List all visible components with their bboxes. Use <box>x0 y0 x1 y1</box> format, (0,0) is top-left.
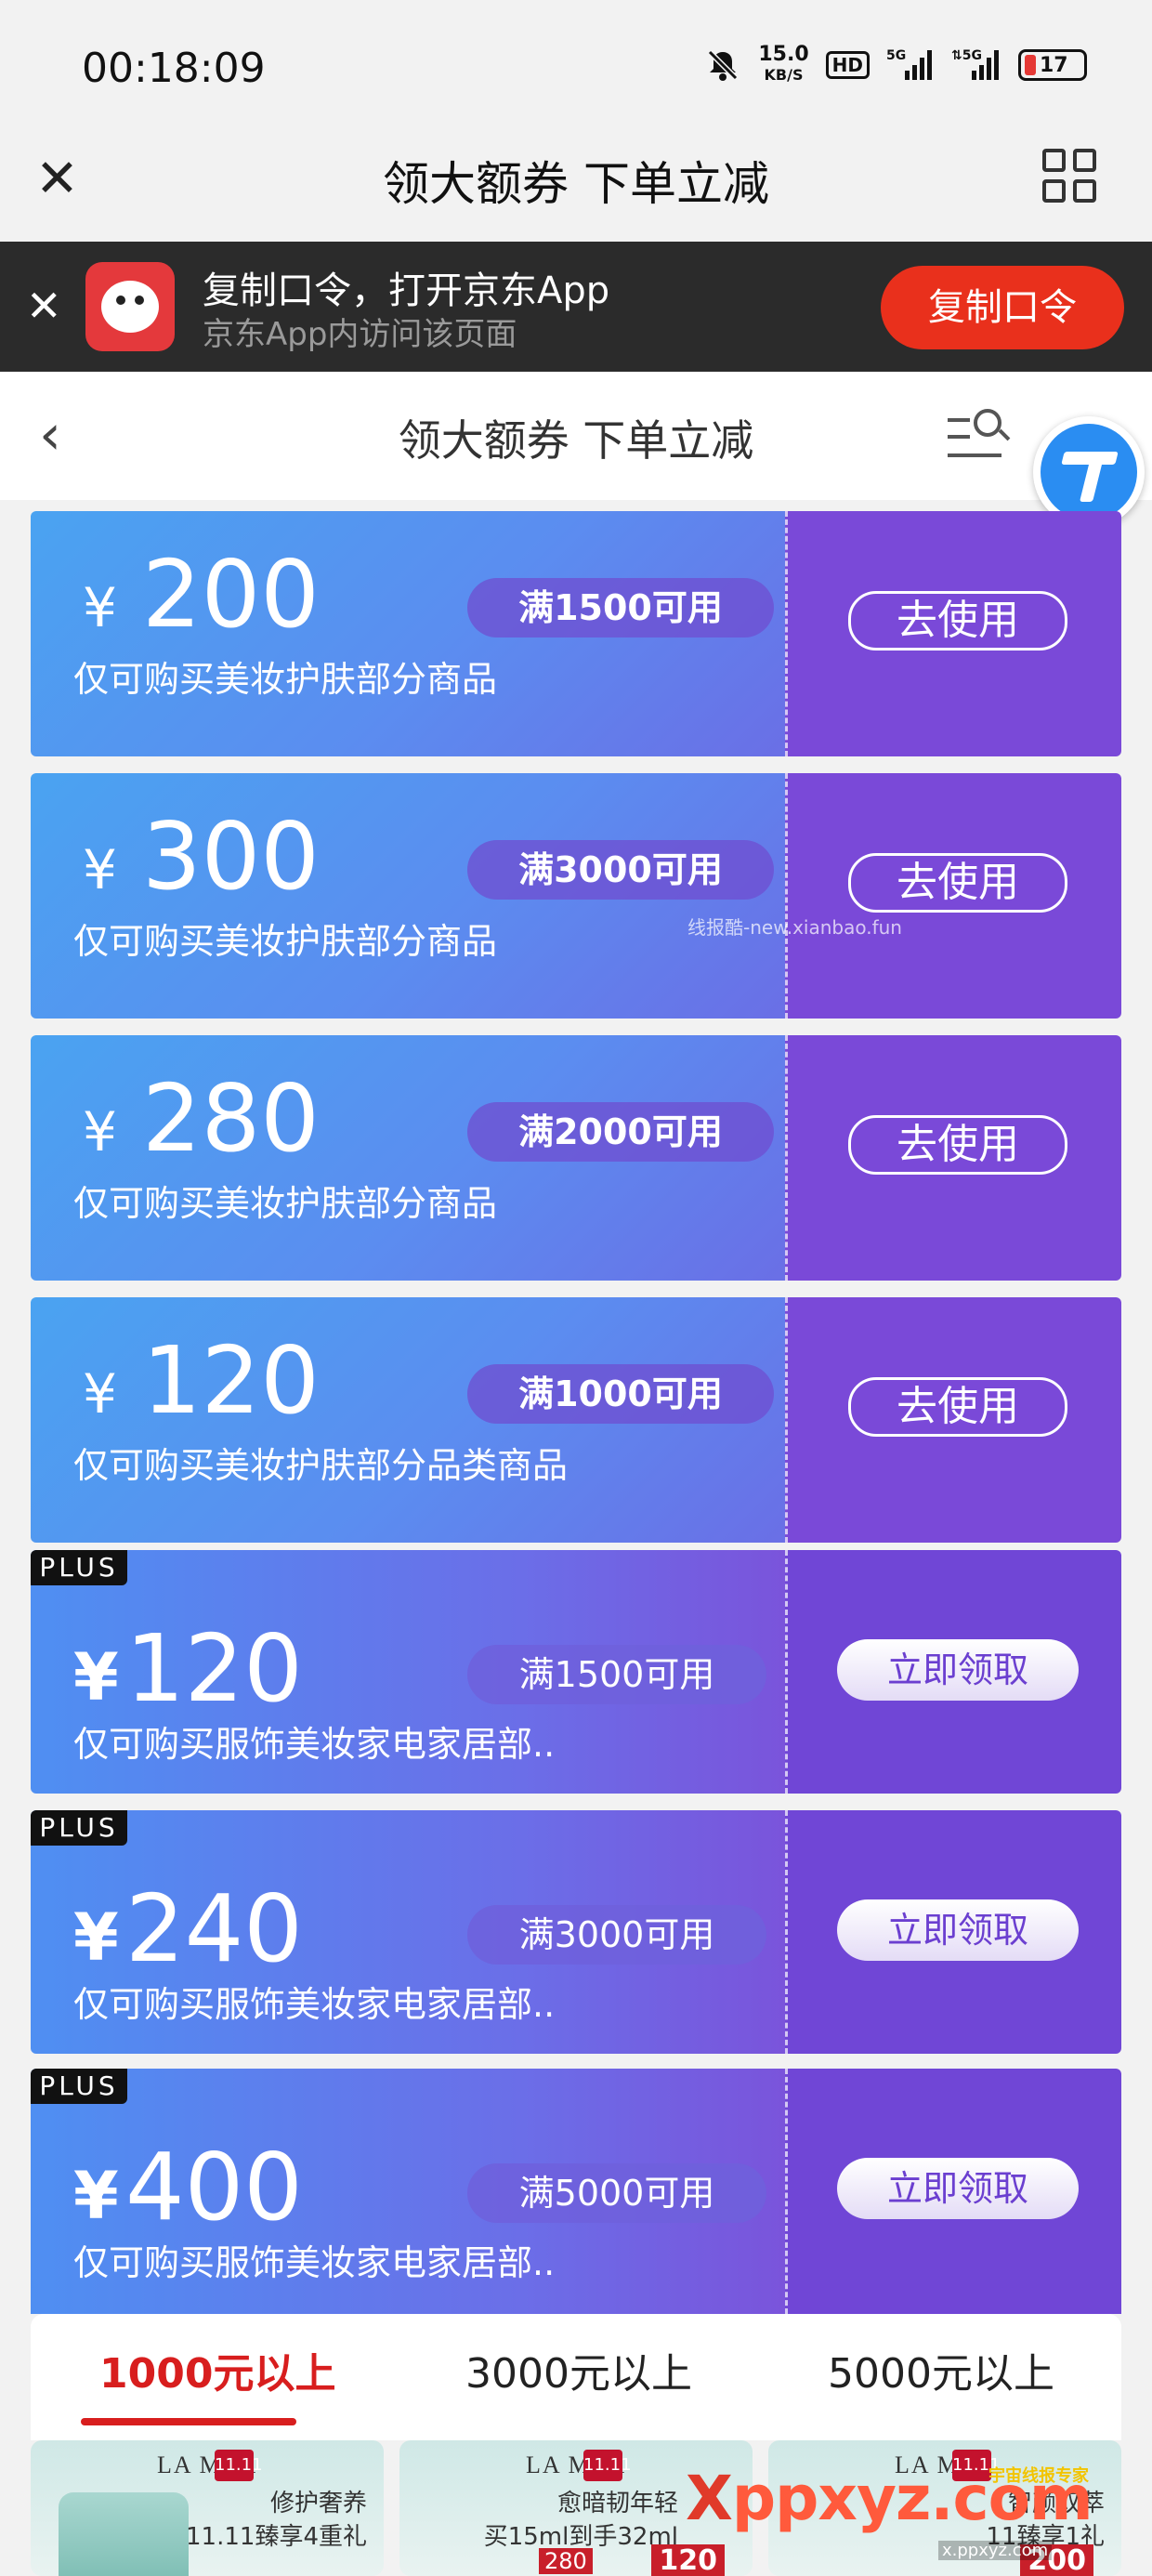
currency-symbol: ¥ <box>83 1362 117 1426</box>
coupon-card: ¥ 280 满2000可用 仅可购买美妆护肤部分商品 去使用 <box>31 1035 1121 1281</box>
coupon-condition: 满3000可用 <box>467 840 774 900</box>
currency-symbol: ¥ <box>73 1639 119 1715</box>
currency-symbol: ¥ <box>83 576 117 639</box>
grid-menu-icon[interactable] <box>1042 149 1096 203</box>
banner-title: 复制口令，打开京东App <box>203 269 610 312</box>
coupon-amount: 240 <box>125 1874 303 1983</box>
price-tag: 120 <box>651 2544 725 2576</box>
coupon-amount: 200 <box>142 540 320 649</box>
coupon-description: 仅可购买服饰美妆家电家居部.. <box>73 1984 556 2025</box>
currency-symbol: ¥ <box>73 1899 119 1976</box>
banner-subtitle: 京东App内访问该页面 <box>203 316 517 353</box>
coupon-description: 仅可购买服饰美妆家电家居部.. <box>73 1724 556 1765</box>
battery-icon: 17 <box>1018 49 1087 81</box>
product-image <box>59 2492 189 2576</box>
svg-text:⇅5G: ⇅5G <box>951 48 982 63</box>
speed-unit: KB/S <box>764 66 804 84</box>
currency-symbol: ¥ <box>83 838 117 901</box>
watermark-url: x.ppxyz.com <box>938 2541 1053 2560</box>
coupon-condition: 满1500可用 <box>467 1645 766 1704</box>
claim-coupon-button[interactable]: 立即领取 <box>837 2158 1079 2219</box>
plus-coupon-card: PLUS ¥ 240 满3000可用 仅可购买服饰美妆家电家居部.. 立即领取 <box>31 1810 1121 2054</box>
watermark-text: 线报酷-new.xianbao.fun <box>687 916 902 939</box>
coupon-description: 仅可购买美妆护肤部分商品 <box>73 1183 498 1224</box>
battery-level: 17 <box>1040 53 1068 77</box>
use-coupon-button[interactable]: 去使用 <box>848 1115 1067 1175</box>
t-logo-icon <box>1041 424 1137 520</box>
hd-badge: HD <box>825 51 870 79</box>
browser-title: 领大额券 下单立减 <box>383 157 769 211</box>
plus-badge: PLUS <box>31 1810 127 1846</box>
jd-app-logo <box>85 262 175 351</box>
currency-symbol: ¥ <box>73 2158 119 2234</box>
price-tag: 280 <box>539 2548 593 2574</box>
coupon-condition: 满5000可用 <box>467 2163 766 2223</box>
page-header: ‹ 领大额券 下单立减 <box>0 372 1152 500</box>
search-list-icon[interactable] <box>948 409 1011 465</box>
currency-symbol: ¥ <box>83 1100 117 1163</box>
coupon-condition: 满1500可用 <box>467 578 774 637</box>
plus-badge: PLUS <box>31 1550 127 1585</box>
network-speed: 15.0 KB/S <box>758 45 808 85</box>
active-tab-indicator <box>81 2418 296 2425</box>
coupon-description: 仅可购买美妆护肤部分品类商品 <box>73 1445 569 1486</box>
coupon-card: ¥ 300 满3000可用 仅可购买美妆护肤部分商品 去使用 <box>31 773 1121 1019</box>
coupon-amount: 400 <box>125 2133 303 2241</box>
coupon-amount: 280 <box>142 1064 320 1173</box>
mute-bell-icon <box>704 46 741 84</box>
signal-icon: ⇅5G <box>949 46 1001 84</box>
promo-badge: 11.11 <box>583 2450 632 2481</box>
use-coupon-button[interactable]: 去使用 <box>848 591 1067 651</box>
plus-coupon-card: PLUS ¥ 120 满1500可用 仅可购买服饰美妆家电家居部.. 立即领取 <box>31 1550 1121 1794</box>
coupon-description: 仅可购买服饰美妆家电家居部.. <box>73 2242 556 2283</box>
tab-1000[interactable]: 1000元以上 <box>99 2340 335 2399</box>
coupon-condition: 满1000可用 <box>467 1364 774 1424</box>
browser-title-bar: ✕ 领大额券 下单立减 <box>0 139 1152 242</box>
coupon-description: 仅可购买美妆护肤部分商品 <box>73 659 498 700</box>
tab-3000[interactable]: 3000元以上 <box>465 2340 692 2399</box>
plus-coupon-card: PLUS ¥ 400 满5000可用 仅可购买服饰美妆家电家居部.. 立即领取 <box>31 2069 1121 2314</box>
coupon-description: 仅可购买美妆护肤部分商品 <box>73 921 498 962</box>
status-icons: 15.0 KB/S HD 5G ⇅5G 17 <box>704 45 1087 85</box>
use-coupon-button[interactable]: 去使用 <box>848 853 1067 913</box>
status-bar: 00:18:09 15.0 KB/S HD 5G ⇅5G 17 <box>0 0 1152 139</box>
coupon-card: ¥ 120 满1000可用 仅可购买美妆护肤部分品类商品 去使用 <box>31 1297 1121 1543</box>
coupon-amount: 300 <box>142 802 320 911</box>
svg-text:5G: 5G <box>886 48 906 63</box>
app-open-banner: ✕ 复制口令，打开京东App 京东App内访问该页面 复制口令 <box>0 242 1152 372</box>
coupon-condition: 满2000可用 <box>467 1102 774 1162</box>
product-promo-text: 愈暗韧年轻 买15ml到手32ml <box>483 2490 678 2551</box>
coupon-card: ¥ 200 满1500可用 仅可购买美妆护肤部分商品 去使用 <box>31 511 1121 756</box>
speed-value: 15.0 <box>758 43 809 66</box>
signal-icon: 5G <box>886 46 933 84</box>
coupon-condition: 满3000可用 <box>467 1905 766 1965</box>
claim-coupon-button[interactable]: 立即领取 <box>837 1639 1079 1701</box>
brand-logo: LA MER <box>156 2451 258 2478</box>
product-card[interactable]: LA MER 11.11 修护奢养 11.11臻享4重礼 <box>31 2440 384 2576</box>
copy-code-button[interactable]: 复制口令 <box>881 266 1124 349</box>
price-tabs: 1000元以上 3000元以上 5000元以上 <box>31 2314 1121 2440</box>
tab-5000[interactable]: 5000元以上 <box>828 2340 1054 2399</box>
status-time: 00:18:09 <box>82 45 266 92</box>
claim-coupon-button[interactable]: 立即领取 <box>837 1899 1079 1961</box>
watermark-tagline: 宇宙线报专家 <box>988 2466 1089 2486</box>
plus-badge: PLUS <box>31 2069 127 2104</box>
use-coupon-button[interactable]: 去使用 <box>848 1377 1067 1437</box>
product-promo-text: 修护奢养 11.11臻享4重礼 <box>186 2490 367 2551</box>
banner-close-icon[interactable]: ✕ <box>26 281 62 331</box>
coupon-amount: 120 <box>142 1326 320 1435</box>
coupon-amount: 120 <box>125 1614 303 1723</box>
promo-badge: 11.11 <box>215 2450 263 2481</box>
